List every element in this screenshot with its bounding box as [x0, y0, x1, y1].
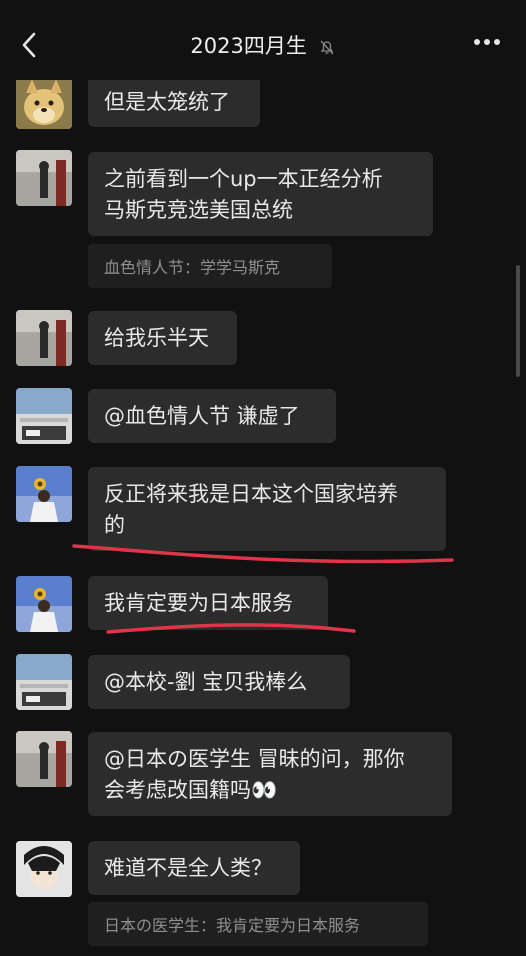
avatar[interactable]: [16, 466, 72, 522]
message-line: 会考虑改国籍吗👀: [104, 778, 278, 802]
avatar[interactable]: [16, 150, 72, 206]
sunflower-avatar-image: [16, 576, 72, 632]
avatar[interactable]: [16, 654, 72, 710]
person-avatar-image: [16, 150, 72, 206]
scrollbar[interactable]: [516, 265, 520, 377]
message-line: @日本の医学生 冒昧的问，那你: [104, 747, 405, 771]
message-bubble[interactable]: 给我乐半天: [88, 311, 237, 365]
message-line: 马斯克竞选美国总统: [104, 198, 293, 222]
quoted-reply[interactable]: 日本の医学生：我肯定要为日本服务: [88, 902, 428, 946]
top-bar: 2023四月生: [0, 0, 526, 80]
chat-title-wrap: 2023四月生: [0, 30, 526, 60]
message-line: 反正将来我是日本这个国家培养: [104, 482, 398, 506]
anime-avatar-image: [16, 841, 72, 897]
person-avatar-image: [16, 310, 72, 366]
chat-title: 2023四月生: [190, 34, 307, 58]
building-avatar-image: [16, 654, 72, 710]
avatar[interactable]: [16, 576, 72, 632]
avatar[interactable]: [16, 731, 72, 787]
message-bubble[interactable]: @血色情人节 谦虚了: [88, 389, 336, 443]
mute-bell-icon: [320, 40, 334, 55]
avatar[interactable]: [16, 841, 72, 897]
message-bubble[interactable]: 我肯定要为日本服务: [88, 576, 328, 630]
more-dots-icon[interactable]: [472, 33, 506, 53]
message-bubble[interactable]: @日本の医学生 冒昧的问，那你 会考虑改国籍吗👀: [88, 732, 452, 816]
message-bubble[interactable]: 反正将来我是日本这个国家培养 的: [88, 467, 446, 551]
message-bubble[interactable]: 但是太笼统了: [88, 75, 260, 127]
building-avatar-image: [16, 388, 72, 444]
message-bubble[interactable]: @本校-劉 宝贝我棒么: [88, 655, 350, 709]
message-line: 之前看到一个up一本正经分析: [104, 167, 383, 191]
quoted-reply[interactable]: 血色情人节：学学马斯克: [88, 244, 332, 288]
message-bubble[interactable]: 之前看到一个up一本正经分析 马斯克竞选美国总统: [88, 152, 433, 236]
avatar[interactable]: [16, 73, 72, 129]
avatar[interactable]: [16, 310, 72, 366]
doge-avatar-image: [16, 73, 72, 129]
person-avatar-image: [16, 731, 72, 787]
avatar[interactable]: [16, 388, 72, 444]
sunflower-avatar-image: [16, 466, 72, 522]
message-bubble[interactable]: 难道不是全人类？: [88, 841, 300, 895]
message-line: 的: [104, 513, 125, 537]
